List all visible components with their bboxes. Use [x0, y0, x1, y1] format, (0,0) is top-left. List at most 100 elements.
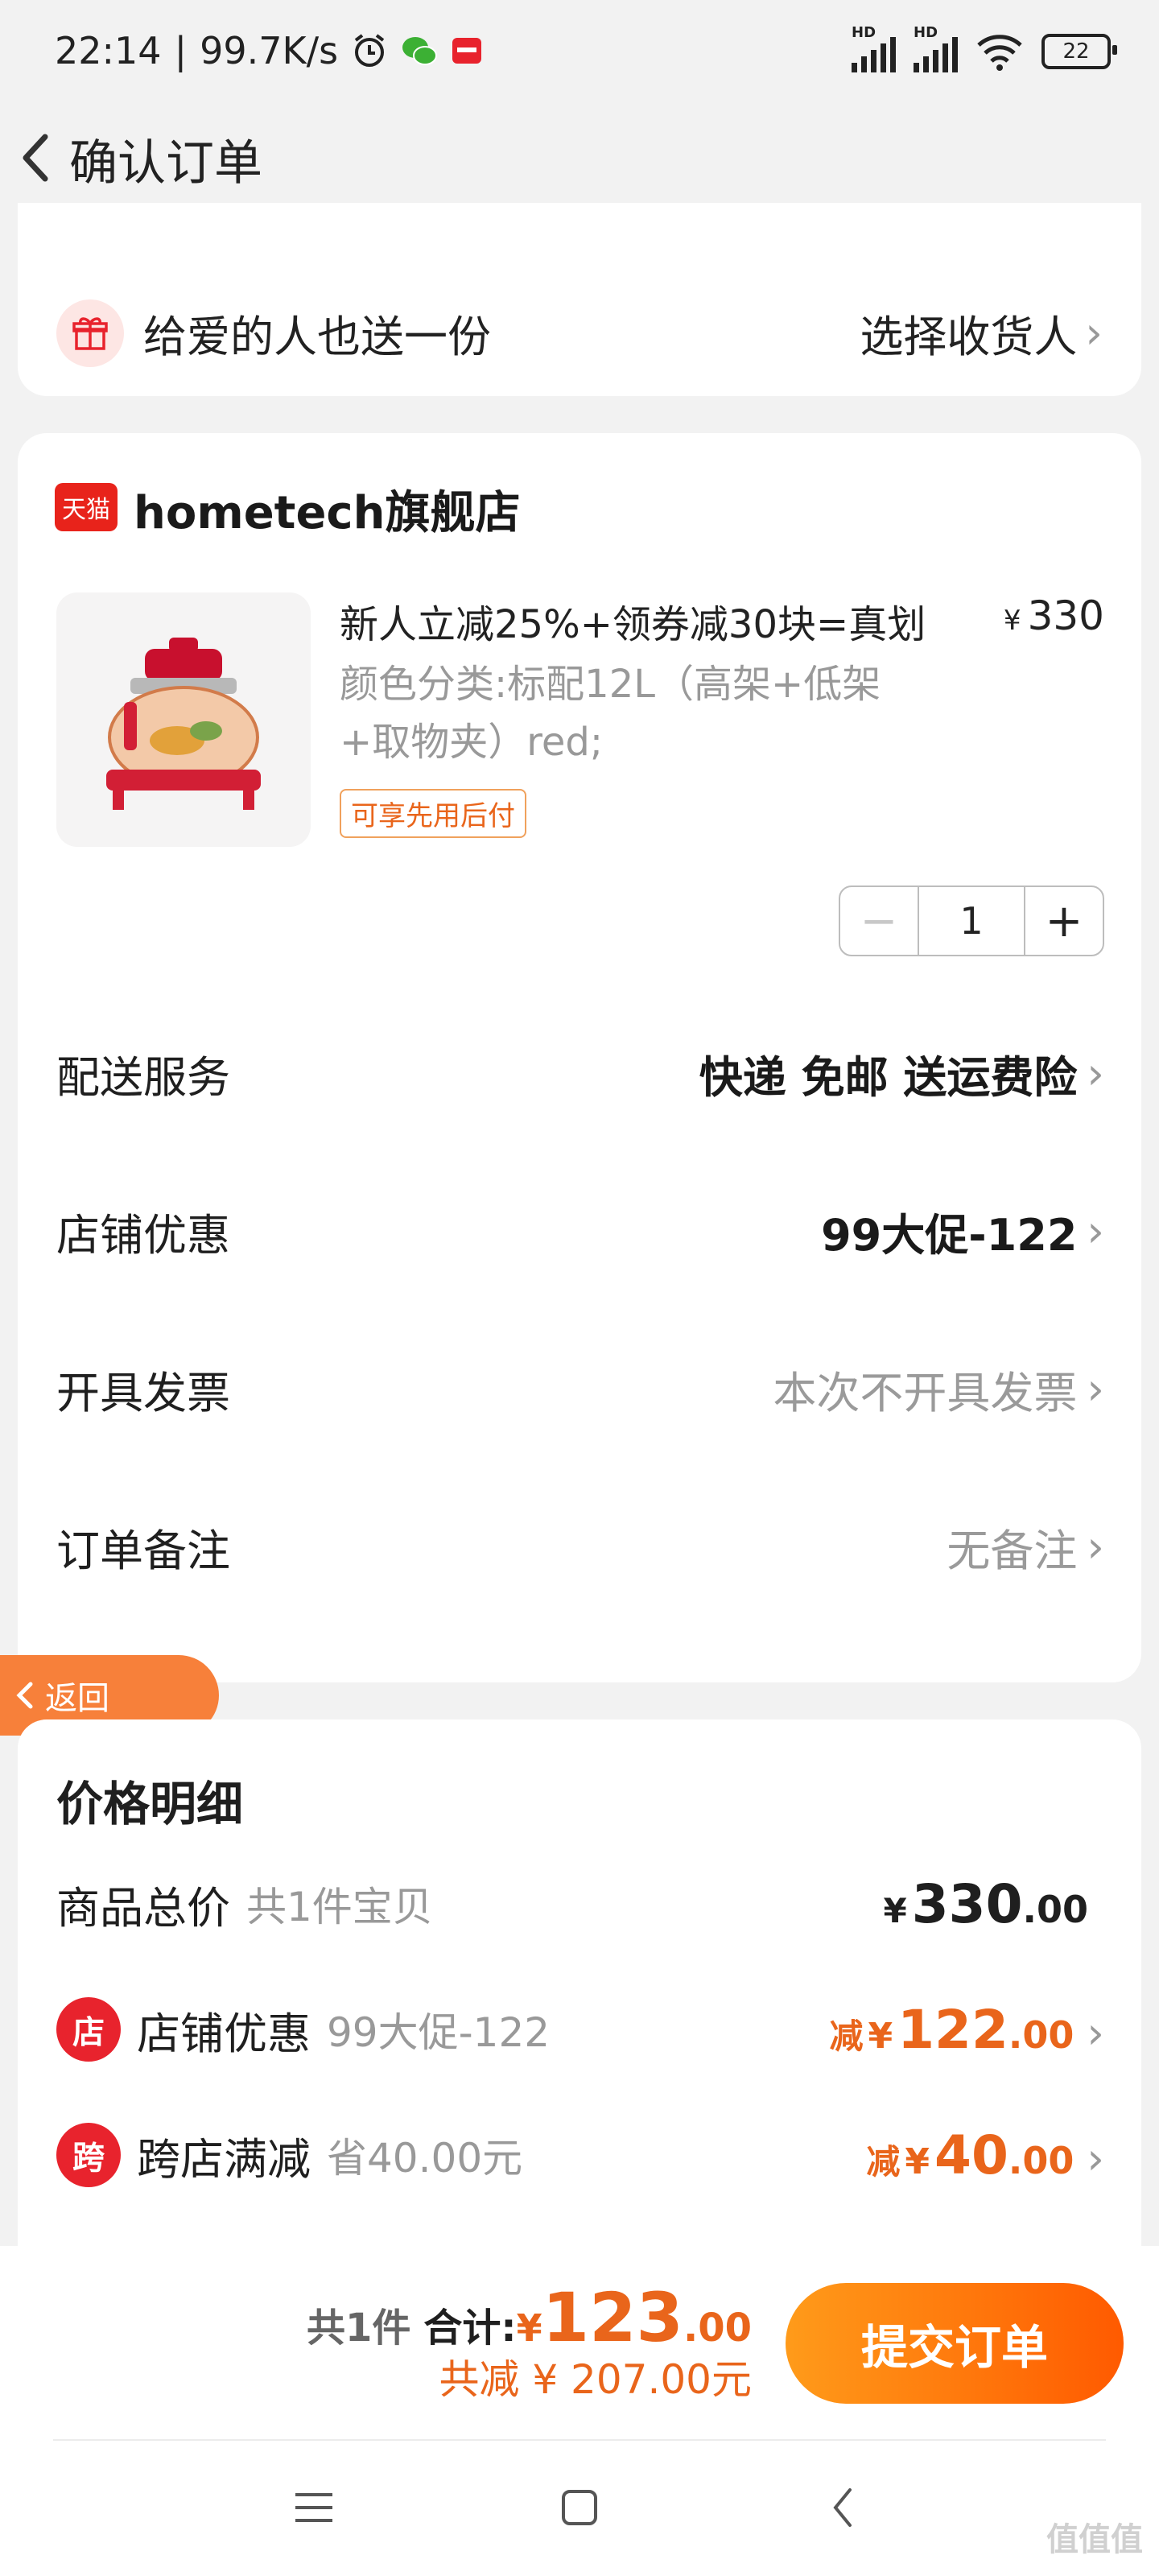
- status-bar: 22:14 | 99.7K/s HD HD 22: [0, 0, 1159, 105]
- delivery-value: 快递 免邮 送运费险: [699, 1051, 1078, 1103]
- menu-icon: [295, 2493, 332, 2522]
- amount-dec: .00: [1008, 2138, 1074, 2182]
- total-dec: .00: [683, 2306, 752, 2351]
- network-speed: 99.7K/s: [200, 29, 339, 72]
- battery-indicator: 22: [1041, 34, 1117, 69]
- app-notification-icon: [452, 38, 482, 64]
- store-coupon-sub: 99大促-122: [327, 2009, 551, 2056]
- wechat-icon: [402, 37, 438, 65]
- row-store-coupon[interactable]: 店店铺优惠 99大促-122 减 ¥ 122 .00 ›: [56, 1993, 1104, 2066]
- submit-order-button[interactable]: 提交订单: [786, 2283, 1124, 2404]
- checkout-bar: 共1件 合计: ¥ 123 .00 共减 ¥ 207.00元 提交订单 值值值: [0, 2246, 1159, 2576]
- goods-count: 共1件宝贝: [246, 1884, 433, 1930]
- home-nav-button[interactable]: [555, 2479, 604, 2536]
- cross-store-label: 跨店满减: [137, 2133, 311, 2185]
- alarm-icon: [354, 34, 385, 67]
- tmall-logo: 天猫: [55, 483, 118, 531]
- hd-label: HD: [852, 24, 876, 41]
- hd-label: HD: [914, 24, 938, 41]
- nav-header: 确认订单: [0, 105, 1159, 217]
- chevron-right-icon: ›: [1087, 1521, 1104, 1572]
- row-delivery[interactable]: 配送服务 快递 免邮 送运费险 ›: [56, 1037, 1104, 1109]
- store-icon: 店: [56, 1997, 121, 2062]
- menu-nav-button[interactable]: [290, 2479, 338, 2536]
- floating-back-label: 返回: [45, 1680, 109, 1717]
- store-discount-label: 店铺优惠: [56, 1209, 230, 1261]
- select-recipient-button[interactable]: 选择收货人 ›: [860, 301, 1103, 365]
- quantity-stepper: − 1 +: [839, 886, 1104, 956]
- row-goods-total: 商品总价 共1件宝贝 ¥ 330 .00: [56, 1868, 1104, 1940]
- pay-later-tag: 可享先用后付: [340, 789, 526, 838]
- page-title: 确认订单: [69, 135, 262, 192]
- chevron-right-icon: ›: [1087, 1363, 1104, 1414]
- home-square-icon: [562, 2490, 597, 2525]
- product-image[interactable]: [56, 592, 311, 847]
- watermark: 值值值: [1046, 2521, 1143, 2558]
- battery-level: 22: [1062, 39, 1090, 64]
- total-label: 合计:: [423, 2306, 517, 2351]
- back-arrow-icon[interactable]: [11, 126, 60, 190]
- currency-symbol: ¥: [1003, 605, 1021, 637]
- back-triangle-icon: [833, 2488, 852, 2527]
- invoice-label: 开具发票: [56, 1367, 230, 1418]
- chevron-right-icon: ›: [1087, 1047, 1104, 1099]
- amount-int: 122: [897, 1998, 1008, 2061]
- chevron-right-icon: ›: [1085, 308, 1103, 358]
- amount-dec: .00: [1008, 2013, 1074, 2057]
- cross-store-sub: 省40.00元: [327, 2135, 523, 2182]
- product-spec[interactable]: 颜色分类:标配12L（高架+低架+取物夹）red;: [340, 655, 903, 771]
- price-value: 330: [1027, 592, 1104, 639]
- store-coupon-label: 店铺优惠: [137, 2008, 311, 2059]
- currency-symbol: ¥: [905, 2140, 930, 2182]
- amount-dec: .00: [1022, 1887, 1089, 1931]
- signal-icon-1: HD: [852, 24, 896, 72]
- back-nav-button[interactable]: [819, 2479, 868, 2536]
- currency-symbol: ¥: [516, 2306, 542, 2350]
- store-discount-value: 99大促-122: [821, 1209, 1078, 1261]
- signal-icon-2: HD: [914, 24, 958, 72]
- price-detail-title: 价格明细: [56, 1777, 244, 1831]
- total-int: 123: [542, 2278, 683, 2357]
- product-price: ¥330: [1004, 592, 1104, 639]
- row-cross-store-discount[interactable]: 跨跨店满减 省40.00元 减 ¥ 40 .00 ›: [56, 2119, 1104, 2191]
- gift-card[interactable]: 给爱的人也送一份 选择收货人 ›: [18, 203, 1141, 396]
- order-note-label: 订单备注: [56, 1525, 230, 1576]
- status-divider: |: [174, 29, 188, 72]
- delivery-label: 配送服务: [56, 1051, 230, 1103]
- status-right: HD HD 22: [852, 24, 1117, 72]
- amount-int: 330: [911, 1872, 1023, 1935]
- row-invoice[interactable]: 开具发票 本次不开具发票 ›: [56, 1352, 1104, 1425]
- increase-button[interactable]: +: [1025, 887, 1103, 955]
- chevron-right-icon: ›: [1087, 2132, 1104, 2184]
- order-note-value: 无备注: [947, 1525, 1078, 1576]
- price-detail-card: 价格明细 商品总价 共1件宝贝 ¥ 330 .00 店店铺优惠 99大促-122 减…: [18, 1719, 1141, 2283]
- row-store-discount[interactable]: 店铺优惠 99大促-122 ›: [56, 1195, 1104, 1267]
- store-coupon-amount: 减 ¥ 122 .00 ›: [829, 1999, 1104, 2061]
- amount-int: 40: [934, 2124, 1008, 2186]
- divider: [53, 2439, 1106, 2441]
- store-card: 天猫 hometech旗舰店 新人立减25%+领券减30块=真划 ¥330 颜色…: [18, 433, 1141, 1682]
- row-order-note[interactable]: 订单备注 无备注 ›: [56, 1510, 1104, 1583]
- currency-symbol: ¥: [883, 1890, 907, 1930]
- chevron-right-icon: ›: [1087, 1205, 1104, 1257]
- gift-icon: [56, 299, 124, 367]
- invoice-value: 本次不开具发票: [773, 1367, 1078, 1418]
- status-time: 22:14: [55, 29, 162, 72]
- select-recipient-label: 选择收货人: [860, 312, 1078, 362]
- saved-amount: 共减 ¥ 207.00元: [439, 2356, 752, 2403]
- status-left: 22:14 | 99.7K/s: [55, 29, 483, 72]
- store-name[interactable]: hometech旗舰店: [134, 477, 520, 542]
- quantity-value[interactable]: 1: [919, 887, 1025, 955]
- order-total: 共1件 合计: ¥ 123 .00: [307, 2278, 752, 2357]
- decrease-button[interactable]: −: [840, 887, 919, 955]
- goods-total-label: 商品总价: [56, 1882, 230, 1934]
- chevron-left-icon: [16, 1682, 33, 1709]
- currency-symbol: ¥: [868, 2015, 893, 2057]
- product-title[interactable]: 新人立减25%+领券减30块=真划: [340, 592, 926, 649]
- cross-store-icon: 跨: [56, 2123, 121, 2187]
- item-count: 共1件: [307, 2306, 411, 2351]
- air-fryer-image: [106, 638, 261, 810]
- chevron-right-icon: ›: [1087, 2007, 1104, 2058]
- discount-prefix: 减: [829, 2016, 864, 2056]
- wifi-icon: [977, 35, 1022, 71]
